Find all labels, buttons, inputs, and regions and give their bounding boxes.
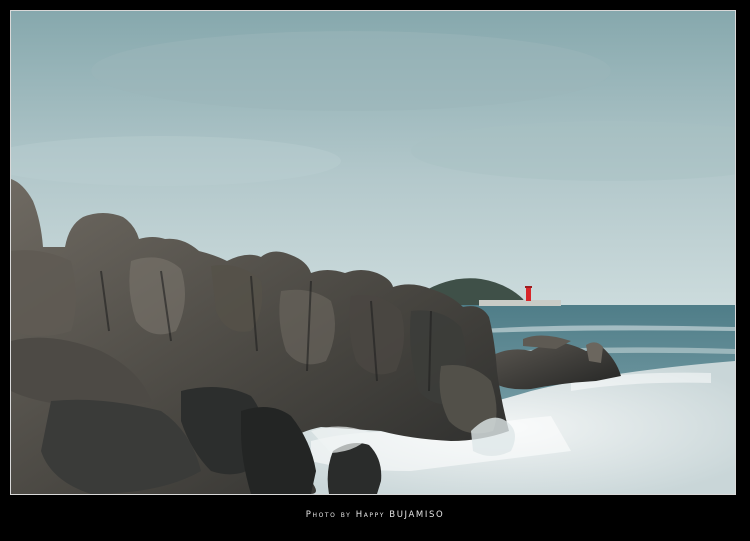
photo-credit: Photo by Happy BUJAMISO xyxy=(305,510,445,520)
photo-frame: Photo by Happy BUJAMISO xyxy=(0,0,750,541)
lighthouse xyxy=(526,287,531,301)
photograph xyxy=(11,11,735,494)
jetty xyxy=(479,300,561,306)
